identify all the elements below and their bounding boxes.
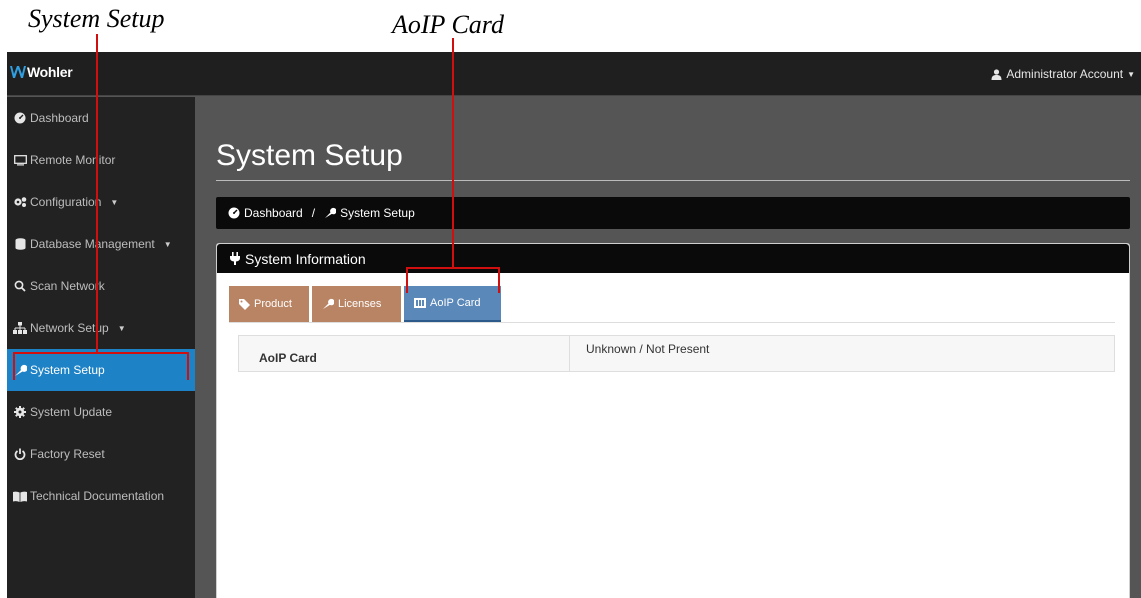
caret-down-icon: ▼ bbox=[117, 323, 126, 333]
card-icon bbox=[414, 298, 426, 308]
user-icon bbox=[991, 68, 1002, 80]
sidebar-item-label: Remote Monitor bbox=[30, 153, 116, 167]
sidebar-item-remote-monitor[interactable]: Remote Monitor bbox=[7, 139, 195, 181]
callout-system-setup: System Setup bbox=[28, 4, 165, 33]
search-icon bbox=[13, 279, 27, 293]
sidebar-item-database-management[interactable]: Database Management ▼ bbox=[7, 223, 195, 265]
breadcrumb-dashboard-link[interactable]: Dashboard bbox=[244, 206, 303, 220]
panel-header: System Information bbox=[217, 244, 1129, 273]
callout-line-system-setup bbox=[96, 34, 98, 354]
dashboard-icon bbox=[228, 207, 240, 219]
gear-icon bbox=[13, 405, 27, 419]
main-content: System Setup Dashboard / System Setup Sy… bbox=[195, 97, 1141, 598]
breadcrumb: Dashboard / System Setup bbox=[216, 197, 1130, 229]
wrench-icon bbox=[324, 207, 337, 219]
system-information-panel: System Information Product Licenses AoIP… bbox=[216, 243, 1130, 598]
callout-line-aoip-card bbox=[452, 38, 454, 267]
breadcrumb-current: System Setup bbox=[340, 206, 415, 220]
sidebar-item-network-setup[interactable]: Network Setup ▼ bbox=[7, 307, 195, 349]
sidebar-item-label: Dashboard bbox=[30, 111, 89, 125]
caret-down-icon: ▼ bbox=[110, 197, 119, 207]
tag-icon bbox=[239, 298, 250, 310]
tab-product[interactable]: Product bbox=[229, 286, 309, 322]
aoip-info-table: AoIP Card Unknown / Not Present bbox=[238, 335, 1115, 372]
monitor-icon bbox=[13, 153, 27, 167]
power-icon bbox=[13, 447, 27, 461]
sidebar-item-scan-network[interactable]: Scan Network bbox=[7, 265, 195, 307]
sidebar-item-label: Factory Reset bbox=[30, 447, 105, 461]
sidebar-item-configuration[interactable]: Configuration ▼ bbox=[7, 181, 195, 223]
page-title: System Setup bbox=[216, 139, 403, 172]
dashboard-icon bbox=[13, 111, 27, 125]
callout-box-aoip-card bbox=[406, 267, 500, 293]
sidebar-item-system-update[interactable]: System Update bbox=[7, 391, 195, 433]
callout-aoip-card: AoIP Card bbox=[392, 10, 504, 39]
account-menu[interactable]: Administrator Account ▼ bbox=[991, 67, 1135, 81]
tab-licenses[interactable]: Licenses bbox=[312, 286, 401, 322]
sidebar: Dashboard Remote Monitor Configuration ▼… bbox=[7, 97, 195, 598]
key-icon bbox=[322, 298, 334, 310]
database-icon bbox=[13, 237, 27, 251]
sidebar-item-label: Database Management bbox=[30, 237, 155, 251]
breadcrumb-separator: / bbox=[311, 206, 316, 220]
sidebar-item-dashboard[interactable]: Dashboard bbox=[7, 97, 195, 139]
wohler-w-icon bbox=[10, 66, 26, 78]
caret-down-icon: ▼ bbox=[1127, 69, 1135, 79]
sidebar-item-label: System Update bbox=[30, 405, 113, 419]
tab-divider bbox=[229, 322, 1115, 323]
panel-title: System Information bbox=[245, 250, 366, 267]
wohler-logo[interactable]: Wohler bbox=[10, 64, 73, 80]
aoip-card-label: AoIP Card bbox=[239, 336, 570, 371]
aoip-card-value: Unknown / Not Present bbox=[586, 342, 710, 356]
sidebar-item-label: Scan Network bbox=[30, 279, 105, 293]
account-label: Administrator Account bbox=[1006, 67, 1124, 81]
app-window: Wohler Administrator Account ▼ Dashboard… bbox=[7, 52, 1141, 598]
sidebar-item-technical-documentation[interactable]: Technical Documentation bbox=[7, 475, 195, 517]
plug-icon bbox=[230, 252, 240, 265]
callout-box-system-setup bbox=[13, 352, 189, 380]
tab-label: Product bbox=[254, 298, 292, 310]
tab-label: AoIP Card bbox=[430, 297, 481, 309]
network-icon bbox=[13, 321, 27, 335]
book-icon bbox=[13, 489, 27, 503]
logo-text: Wohler bbox=[27, 64, 73, 80]
sidebar-item-factory-reset[interactable]: Factory Reset bbox=[7, 433, 195, 475]
sidebar-item-label: Technical Documentation bbox=[30, 489, 165, 503]
caret-down-icon: ▼ bbox=[163, 239, 172, 249]
tab-label: Licenses bbox=[338, 298, 382, 310]
gears-icon bbox=[13, 195, 27, 209]
top-navbar: Wohler Administrator Account ▼ bbox=[7, 52, 1141, 96]
sidebar-item-label: Configuration bbox=[30, 195, 102, 209]
title-divider bbox=[216, 180, 1130, 181]
